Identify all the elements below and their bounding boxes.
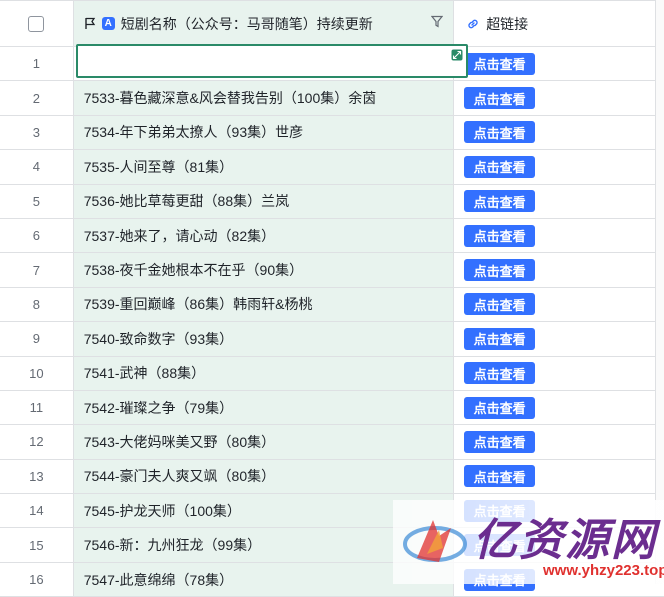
- table-row[interactable]: 7 7538-夜千金她根本不在乎（90集） 点击查看: [0, 253, 664, 288]
- view-link-button[interactable]: 点击查看: [464, 259, 536, 282]
- table-row[interactable]: 5 7536-她比草莓更甜（88集）兰岚 点击查看: [0, 184, 664, 219]
- row-index: 3: [0, 115, 74, 150]
- text-field-type-icon: A: [101, 17, 115, 30]
- column-header-link[interactable]: 超链接: [454, 1, 664, 46]
- table-row[interactable]: 9 7540-致命数字（93集） 点击查看: [0, 322, 664, 357]
- drama-name-cell[interactable]: 7544-豪门夫人爽又飒（80集）: [73, 459, 455, 494]
- link-cell: 点击查看: [454, 425, 664, 458]
- link-cell: 点击查看: [454, 322, 664, 355]
- table-row[interactable]: 3 7534-年下弟弟太撩人（93集）世彦 点击查看: [0, 115, 664, 151]
- filter-icon[interactable]: [431, 15, 444, 28]
- drama-name-cell[interactable]: 7541-武神（88集）: [73, 356, 455, 390]
- grid-header: A 短剧名称（公众号：马哥随笔）持续更新 超链接: [0, 0, 664, 47]
- expand-icon[interactable]: [451, 49, 463, 61]
- link-cell: 点击查看: [454, 185, 664, 218]
- table-row[interactable]: 10 7541-武神（88集） 点击查看: [0, 356, 664, 391]
- row-index: 15: [0, 528, 74, 562]
- drama-name-cell[interactable]: 7533-暮色藏深意&风会替我告别（100集）余茵: [73, 81, 455, 115]
- row-index: 12: [0, 425, 74, 459]
- table-row[interactable]: 4 7535-人间至尊（81集） 点击查看: [0, 150, 664, 185]
- table-row[interactable]: 6 7537-她来了，请心动（82集） 点击查看: [0, 218, 664, 254]
- view-link-button[interactable]: 点击查看: [464, 293, 536, 316]
- link-cell: 点击查看: [454, 460, 664, 493]
- row-index: 9: [0, 322, 74, 356]
- table-row[interactable]: 2 7533-暮色藏深意&风会替我告别（100集）余茵 点击查看: [0, 81, 664, 116]
- view-link-button[interactable]: 点击查看: [464, 362, 536, 385]
- view-link-button[interactable]: 点击查看: [464, 430, 536, 453]
- view-link-button[interactable]: 点击查看: [464, 52, 536, 75]
- row-index: 8: [0, 287, 74, 322]
- select-all-cell[interactable]: [0, 1, 74, 46]
- view-link-button[interactable]: 点击查看: [464, 224, 536, 247]
- view-link-button[interactable]: 点击查看: [464, 396, 536, 419]
- watermark-logo-icon: [399, 508, 469, 579]
- row-index: 4: [0, 150, 74, 184]
- row-index: 10: [0, 356, 74, 390]
- row-index: 11: [0, 390, 74, 425]
- drama-name-cell[interactable]: 7534-年下弟弟太撩人（93集）世彦: [73, 115, 455, 150]
- link-cell: 点击查看: [454, 391, 664, 424]
- right-scroll-edge[interactable]: [655, 0, 664, 584]
- view-link-button[interactable]: 点击查看: [464, 327, 536, 350]
- row-index: 1: [0, 47, 74, 81]
- column-header-link-label: 超链接: [486, 15, 529, 32]
- view-link-button[interactable]: 点击查看: [464, 121, 536, 144]
- drama-name-cell[interactable]: 7540-致命数字（93集）: [73, 322, 455, 356]
- column-header-name-label: 短剧名称（公众号：马哥随笔）持续更新: [120, 15, 373, 32]
- row-index: 5: [0, 184, 74, 218]
- row-index: 7: [0, 253, 74, 287]
- link-cell: 点击查看: [454, 47, 664, 80]
- table-row[interactable]: 11 7542-璀璨之争（79集） 点击查看: [0, 390, 664, 426]
- table-row[interactable]: 13 7544-豪门夫人爽又飒（80集） 点击查看: [0, 459, 664, 495]
- drama-name-cell[interactable]: 7536-她比草莓更甜（88集）兰岚: [73, 184, 455, 218]
- link-cell: 点击查看: [454, 357, 664, 390]
- row-index: 16: [0, 562, 74, 597]
- row-index: 13: [0, 459, 74, 494]
- column-header-name[interactable]: A 短剧名称（公众号：马哥随笔）持续更新: [73, 1, 455, 46]
- row-index: 2: [0, 81, 74, 115]
- table-row[interactable]: 12 7543-大佬妈咪美又野（80集） 点击查看: [0, 425, 664, 460]
- link-cell: 点击查看: [454, 288, 664, 321]
- row-index: 6: [0, 218, 74, 253]
- drama-name-cell[interactable]: 7542-璀璨之争（79集）: [73, 390, 455, 425]
- drama-name-cell[interactable]: 7538-夜千金她根本不在乎（90集）: [73, 253, 455, 287]
- select-all-checkbox[interactable]: [28, 15, 45, 32]
- table-row[interactable]: 8 7539-重回巅峰（86集）韩雨轩&杨桃 点击查看: [0, 287, 664, 323]
- watermark-text: 亿资源网: [473, 515, 657, 566]
- watermark: 亿资源网 www.yhzy223.top: [393, 500, 664, 584]
- view-link-button[interactable]: 点击查看: [464, 155, 536, 178]
- view-link-button[interactable]: 点击查看: [464, 190, 536, 213]
- watermark-url: www.yhzy223.top: [543, 562, 664, 579]
- row-index: 14: [0, 494, 74, 528]
- link-cell: 点击查看: [454, 219, 664, 252]
- drama-name-cell[interactable]: 7543-大佬妈咪美又野（80集）: [73, 425, 455, 459]
- flag-icon: [84, 17, 96, 30]
- view-link-button[interactable]: 点击查看: [464, 87, 536, 110]
- view-link-button[interactable]: 点击查看: [464, 465, 536, 488]
- link-cell: 点击查看: [454, 116, 664, 149]
- selected-cell[interactable]: [76, 44, 468, 78]
- link-cell: 点击查看: [454, 253, 664, 286]
- drama-name-cell[interactable]: 7535-人间至尊（81集）: [73, 150, 455, 184]
- drama-name-cell[interactable]: 7539-重回巅峰（86集）韩雨轩&杨桃: [73, 287, 455, 322]
- link-icon: [466, 17, 480, 31]
- link-cell: 点击查看: [454, 81, 664, 114]
- drama-name-cell[interactable]: 7537-她来了，请心动（82集）: [73, 218, 455, 253]
- link-cell: 点击查看: [454, 150, 664, 183]
